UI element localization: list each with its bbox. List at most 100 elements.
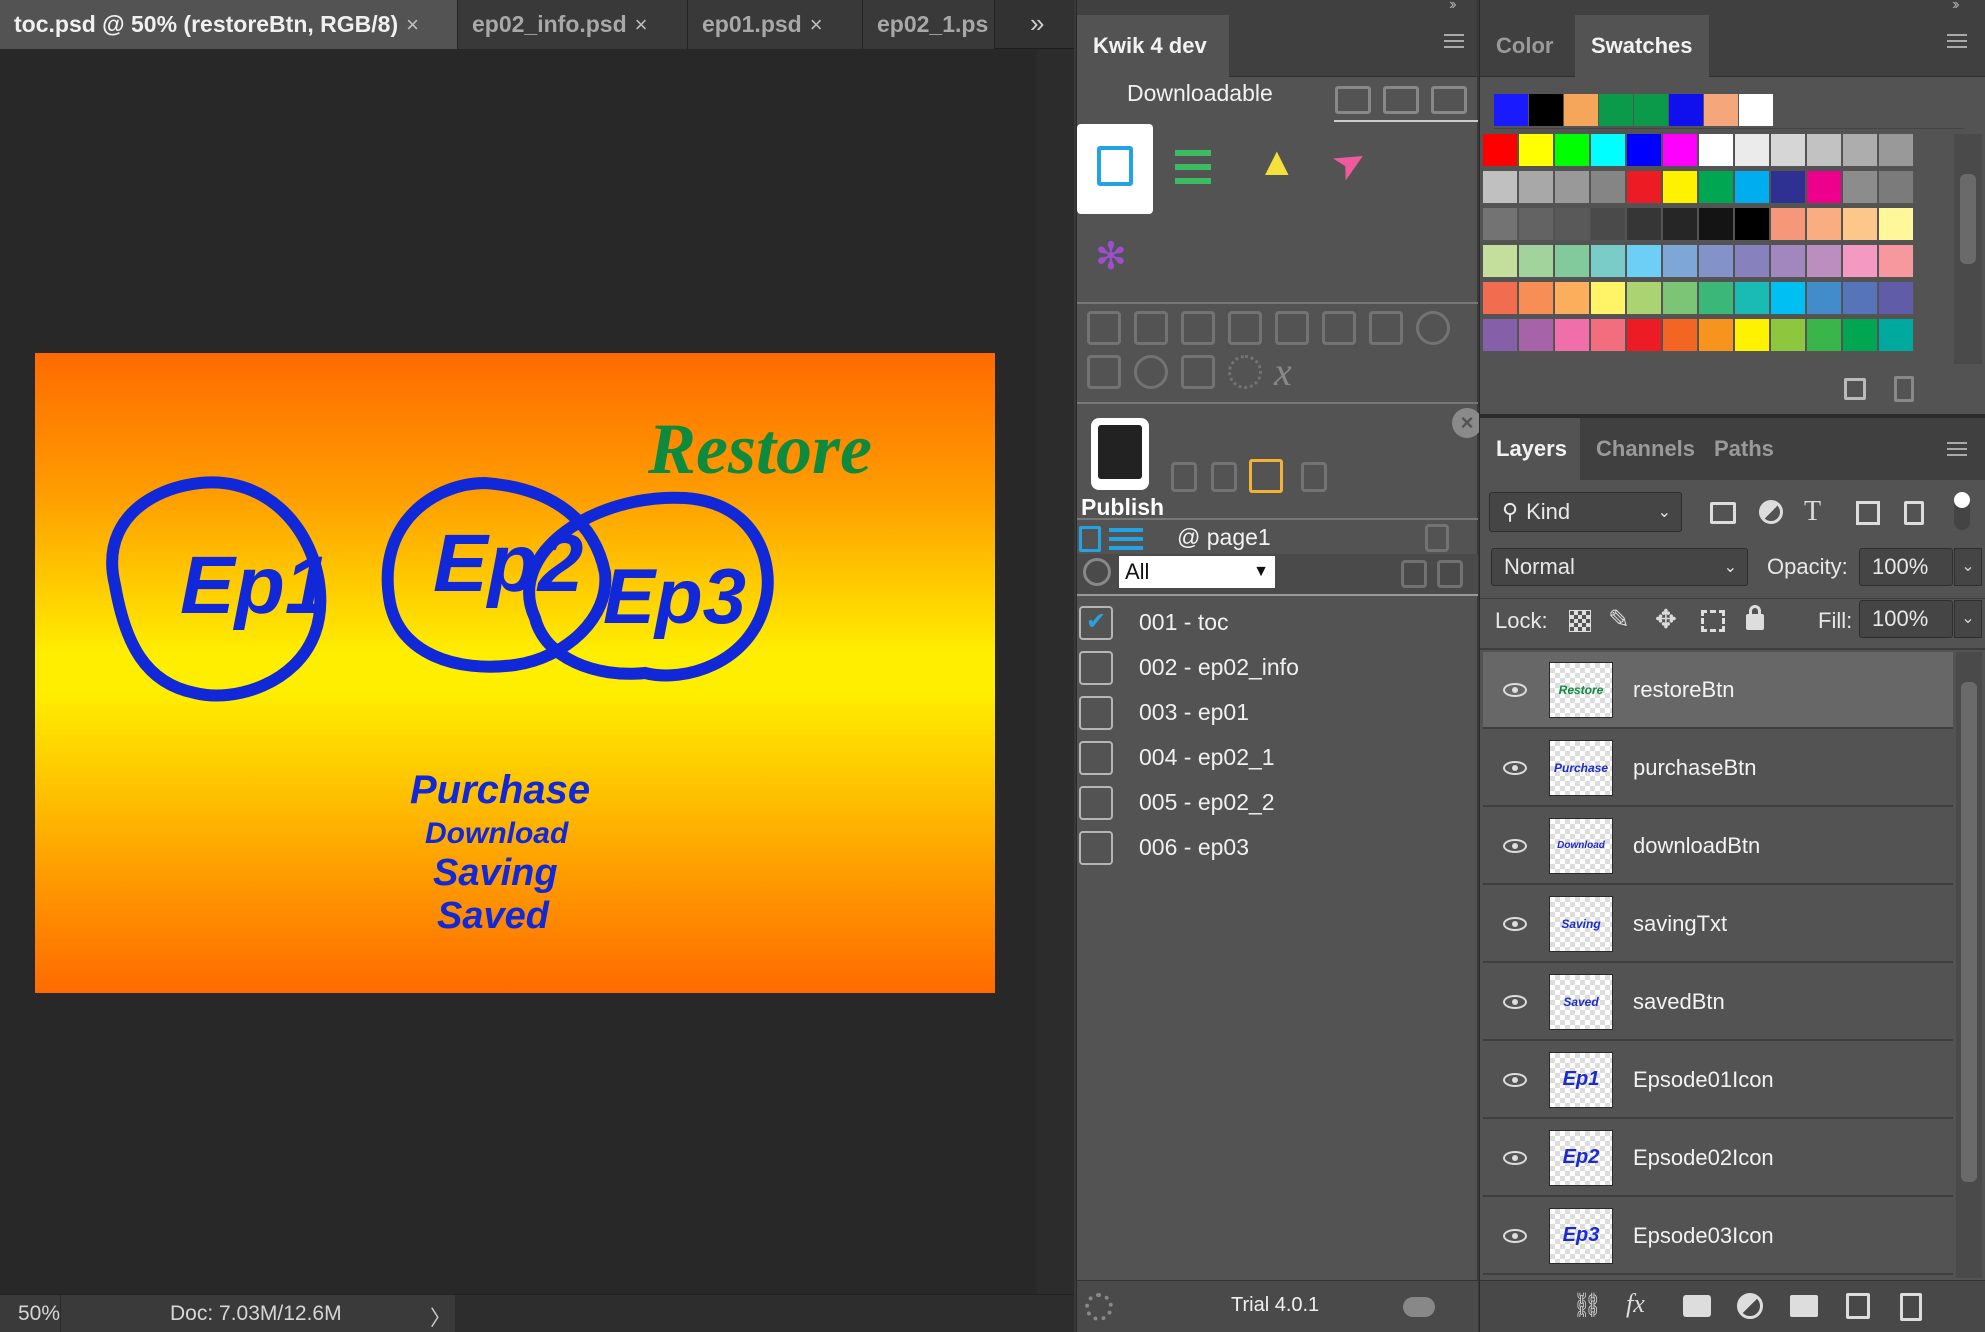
swatch-scrollbar[interactable] [1954,134,1982,364]
tab-channels[interactable]: Channels [1580,418,1698,480]
color-swatch[interactable] [1591,282,1626,315]
mask-icon[interactable] [1683,1295,1711,1317]
tab-layers[interactable]: Layers [1480,418,1580,480]
trash-icon[interactable] [1425,524,1449,552]
color-swatch[interactable] [1879,171,1914,204]
list-icon[interactable] [1175,150,1211,184]
color-swatch[interactable] [1807,319,1842,352]
page-checkbox[interactable] [1079,785,1113,820]
color-swatch[interactable] [1807,134,1842,167]
color-swatch[interactable] [1591,134,1626,167]
fx-icon[interactable]: fx [1626,1289,1645,1319]
qr-icon[interactable] [1171,462,1197,492]
adjustment-filter-icon[interactable] [1759,500,1783,524]
page-row[interactable]: 001 - toc [1077,600,1477,645]
layers-scrollbar[interactable] [1956,652,1982,1278]
color-swatch[interactable] [1555,245,1590,278]
blend-mode-select[interactable]: Normal ⌄ [1491,548,1748,586]
recent-swatch[interactable] [1529,94,1564,127]
color-swatch[interactable] [1663,134,1698,167]
close-icon[interactable]: × [406,12,419,38]
pixel-filter-icon[interactable] [1710,502,1736,524]
visibility-eye-icon[interactable] [1503,838,1527,853]
recent-swatch[interactable] [1739,94,1774,127]
color-swatch[interactable] [1735,245,1770,278]
paste-icon[interactable] [1401,560,1427,588]
recent-swatch[interactable] [1634,94,1669,127]
list-view-icon[interactable] [1109,528,1143,550]
recent-swatch[interactable] [1494,94,1529,127]
folder-icon[interactable] [1790,1295,1818,1317]
color-swatch[interactable] [1771,319,1806,352]
status-menu-arrow[interactable]: 〉 [430,1302,451,1332]
stack-icon[interactable] [1322,311,1356,345]
html-icon[interactable] [1228,311,1262,345]
color-swatch[interactable] [1483,171,1518,204]
horizontal-scrollbar[interactable] [455,1295,1074,1332]
panel-menu-icon[interactable] [1947,442,1967,456]
color-swatch[interactable] [1843,208,1878,241]
color-swatch[interactable] [1663,208,1698,241]
recent-swatch[interactable] [1564,94,1599,127]
page-checkbox[interactable] [1079,830,1113,865]
collapse-icon[interactable]: ›› [1449,0,1456,14]
image-icon[interactable] [1087,355,1121,389]
rocket-icon[interactable]: ▲ [1257,140,1297,185]
color-swatch[interactable] [1735,282,1770,315]
color-swatch[interactable] [1879,319,1914,352]
link-icon[interactable]: ⛓ [1572,1291,1602,1320]
layers-icon[interactable] [1181,355,1215,389]
collapse-icon[interactable]: ›› [1952,0,1959,14]
shape-filter-icon[interactable] [1856,501,1880,525]
document-scrollbar[interactable] [1037,49,1074,1294]
color-swatch[interactable] [1483,208,1518,241]
layer-row[interactable]: Purchase purchaseBtn [1483,730,1953,807]
timer-icon[interactable] [1134,355,1168,389]
doc-tab-ep02-1[interactable]: ep02_1.ps [863,0,995,49]
panel-menu-icon[interactable] [1947,34,1967,48]
code-icon[interactable] [1181,311,1215,345]
trash-icon[interactable] [1894,376,1914,402]
chevron-down-icon[interactable]: ⌄ [1954,600,1982,638]
color-swatch[interactable] [1591,245,1626,278]
color-swatch[interactable] [1771,134,1806,167]
lock-position-icon[interactable]: ✥ [1655,604,1677,635]
color-swatch[interactable] [1555,319,1590,352]
color-swatch[interactable] [1807,245,1842,278]
new-layer-icon[interactable] [1846,1293,1870,1319]
layer-row[interactable]: Saving savingTxt [1483,886,1953,963]
color-swatch[interactable] [1627,319,1662,352]
lock-pixels-brush-icon[interactable]: ✎ [1608,604,1630,635]
chevron-down-icon[interactable]: ⌄ [1954,548,1982,586]
color-swatch[interactable] [1519,245,1554,278]
spinner-icon[interactable] [1228,355,1262,389]
visibility-eye-icon[interactable] [1503,994,1527,1009]
visibility-eye-icon[interactable] [1503,1072,1527,1087]
close-icon[interactable]: × [810,12,823,38]
color-swatch[interactable] [1519,282,1554,315]
page-icon[interactable] [1079,526,1101,552]
event-icon[interactable] [1087,311,1121,345]
page-checkbox[interactable] [1079,605,1113,640]
package-icon[interactable] [1211,462,1237,492]
layer-row[interactable]: Restore restoreBtn [1483,652,1953,729]
layer-row[interactable]: Ep3 Epsode03Icon [1483,1198,1953,1275]
color-swatch[interactable] [1699,134,1734,167]
color-swatch[interactable] [1699,282,1734,315]
archive-icon[interactable] [1249,459,1283,493]
fill-field[interactable]: 100% [1859,600,1953,638]
color-swatch[interactable] [1843,171,1878,204]
opacity-field[interactable]: 100% [1859,548,1953,586]
panel-menu-icon[interactable] [1444,34,1464,48]
atom-icon[interactable]: ✻ [1095,234,1127,279]
color-swatch[interactable] [1627,245,1662,278]
trash-icon[interactable] [1900,1293,1922,1321]
color-swatch[interactable] [1699,319,1734,352]
page-row[interactable]: 004 - ep02_1 [1077,735,1477,780]
terminal-icon[interactable] [1275,311,1309,345]
music-icon[interactable] [1416,311,1450,345]
color-swatch[interactable] [1519,208,1554,241]
color-swatch[interactable] [1555,208,1590,241]
cloud-icon[interactable] [1403,1297,1435,1317]
recent-swatch[interactable] [1704,94,1739,127]
